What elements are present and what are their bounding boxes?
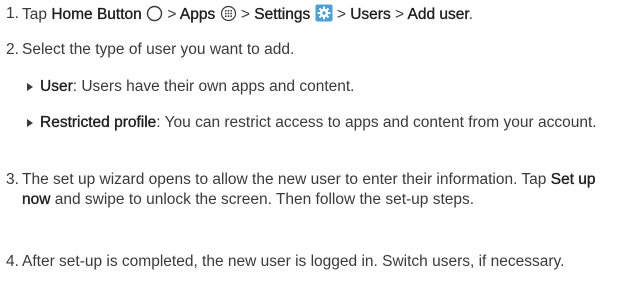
step-3-text: The set up wizard opens to allow the new… — [22, 171, 596, 208]
settings-label: Settings — [254, 6, 311, 23]
step-number: 3. — [6, 171, 19, 188]
step-number: 4. — [6, 253, 19, 270]
subitem-term: Restricted profile — [40, 114, 157, 131]
users-label: Users — [350, 6, 391, 23]
triangle-bullet-icon — [27, 119, 33, 127]
step-2-text: Select the type of user you want to add. — [22, 41, 295, 58]
triangle-bullet-icon — [27, 83, 33, 91]
step-4-text: After set-up is completed, the new user … — [22, 253, 565, 270]
gear-icon — [315, 4, 333, 28]
home-button-label: Home Button — [51, 6, 142, 23]
circle-outline-icon — [146, 5, 163, 28]
instructions-list: 1. Tap Home Button > Apps > Settings > U… — [0, 0, 620, 298]
apps-grid-icon — [220, 5, 237, 28]
apps-label: Apps — [179, 6, 216, 23]
step-1-text: Tap Home Button > Apps > Settings > User… — [22, 4, 610, 28]
subitem-term: User — [40, 78, 73, 95]
step-number: 1. — [6, 5, 19, 22]
add-user-label: Add user — [407, 6, 469, 23]
step-number: 2. — [6, 41, 19, 58]
